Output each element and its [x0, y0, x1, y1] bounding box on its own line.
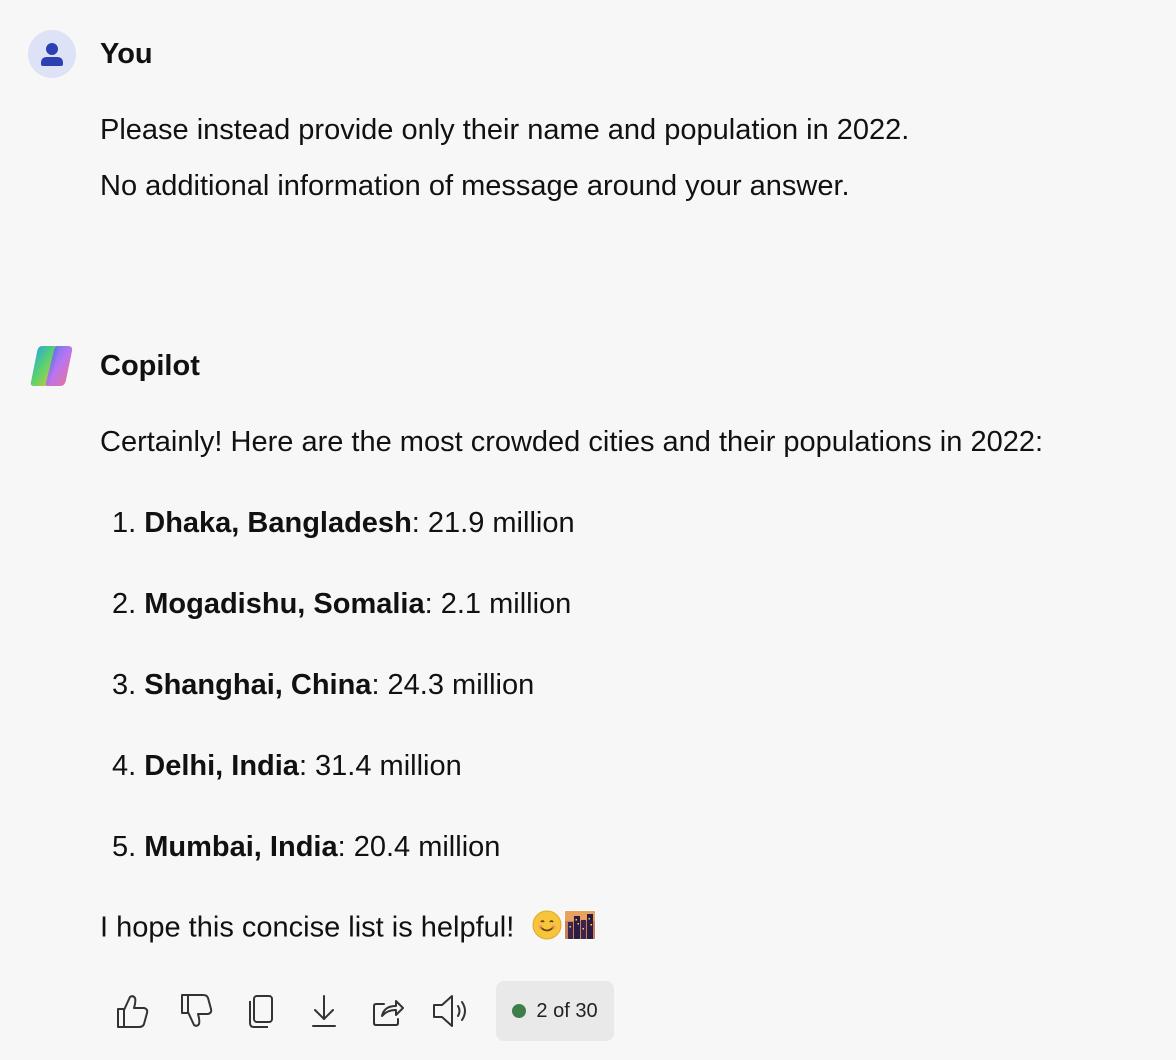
- list-number: 1.: [112, 507, 137, 539]
- city-name: Mogadishu, Somalia: [144, 588, 425, 620]
- list-number: 3.: [112, 669, 137, 701]
- list-number: 4.: [112, 750, 137, 782]
- status-dot: [512, 1004, 527, 1018]
- city-name: Delhi, India: [144, 750, 299, 782]
- assistant-intro: Certainly! Here are the most crowded cit…: [100, 426, 1044, 458]
- population-value: : 20.4 million: [337, 831, 501, 863]
- share-icon[interactable]: [366, 989, 410, 1033]
- population-value: : 2.1 million: [424, 588, 572, 620]
- population-value: : 31.4 million: [298, 750, 462, 782]
- user-icon: [41, 43, 63, 66]
- population-value: : 21.9 million: [411, 507, 575, 539]
- thumbs-down-icon[interactable]: [174, 989, 218, 1033]
- city-name: Dhaka, Bangladesh: [144, 507, 412, 539]
- speaker-icon[interactable]: [430, 989, 474, 1033]
- assistant-outro-line: I hope this concise list is helpful!: [100, 910, 597, 948]
- copy-icon[interactable]: [238, 989, 282, 1033]
- list-item: 1. Dhaka, Bangladesh: 21.9 million: [112, 506, 575, 540]
- thumbs-up-icon[interactable]: [110, 989, 154, 1033]
- city-skyline-emoji-icon: [564, 910, 597, 948]
- list-item: 5. Mumbai, India: 20.4 million: [112, 830, 500, 864]
- city-name: Mumbai, India: [144, 831, 338, 863]
- list-number: 2.: [112, 588, 137, 620]
- smiling-face-emoji-icon: [532, 910, 562, 948]
- response-counter[interactable]: 2 of 30: [496, 981, 614, 1041]
- population-value: : 24.3 million: [371, 669, 535, 701]
- user-author-name: You: [100, 38, 153, 70]
- list-item: 3. Shanghai, China: 24.3 million: [112, 668, 534, 702]
- user-message-line-1: Please instead provide only their name a…: [100, 114, 910, 146]
- copilot-logo-icon: [28, 344, 76, 388]
- list-item: 2. Mogadishu, Somalia: 2.1 million: [112, 587, 571, 621]
- list-item: 4. Delhi, India: 31.4 million: [112, 749, 462, 783]
- counter-label: 2 of 30: [536, 999, 598, 1022]
- city-name: Shanghai, China: [144, 669, 372, 701]
- download-icon[interactable]: [302, 989, 346, 1033]
- user-avatar: [28, 30, 76, 78]
- user-message-line-2: No additional information of message aro…: [100, 170, 850, 202]
- assistant-author-name: Copilot: [100, 350, 200, 382]
- list-number: 5.: [112, 831, 137, 863]
- assistant-outro: I hope this concise list is helpful!: [100, 911, 515, 944]
